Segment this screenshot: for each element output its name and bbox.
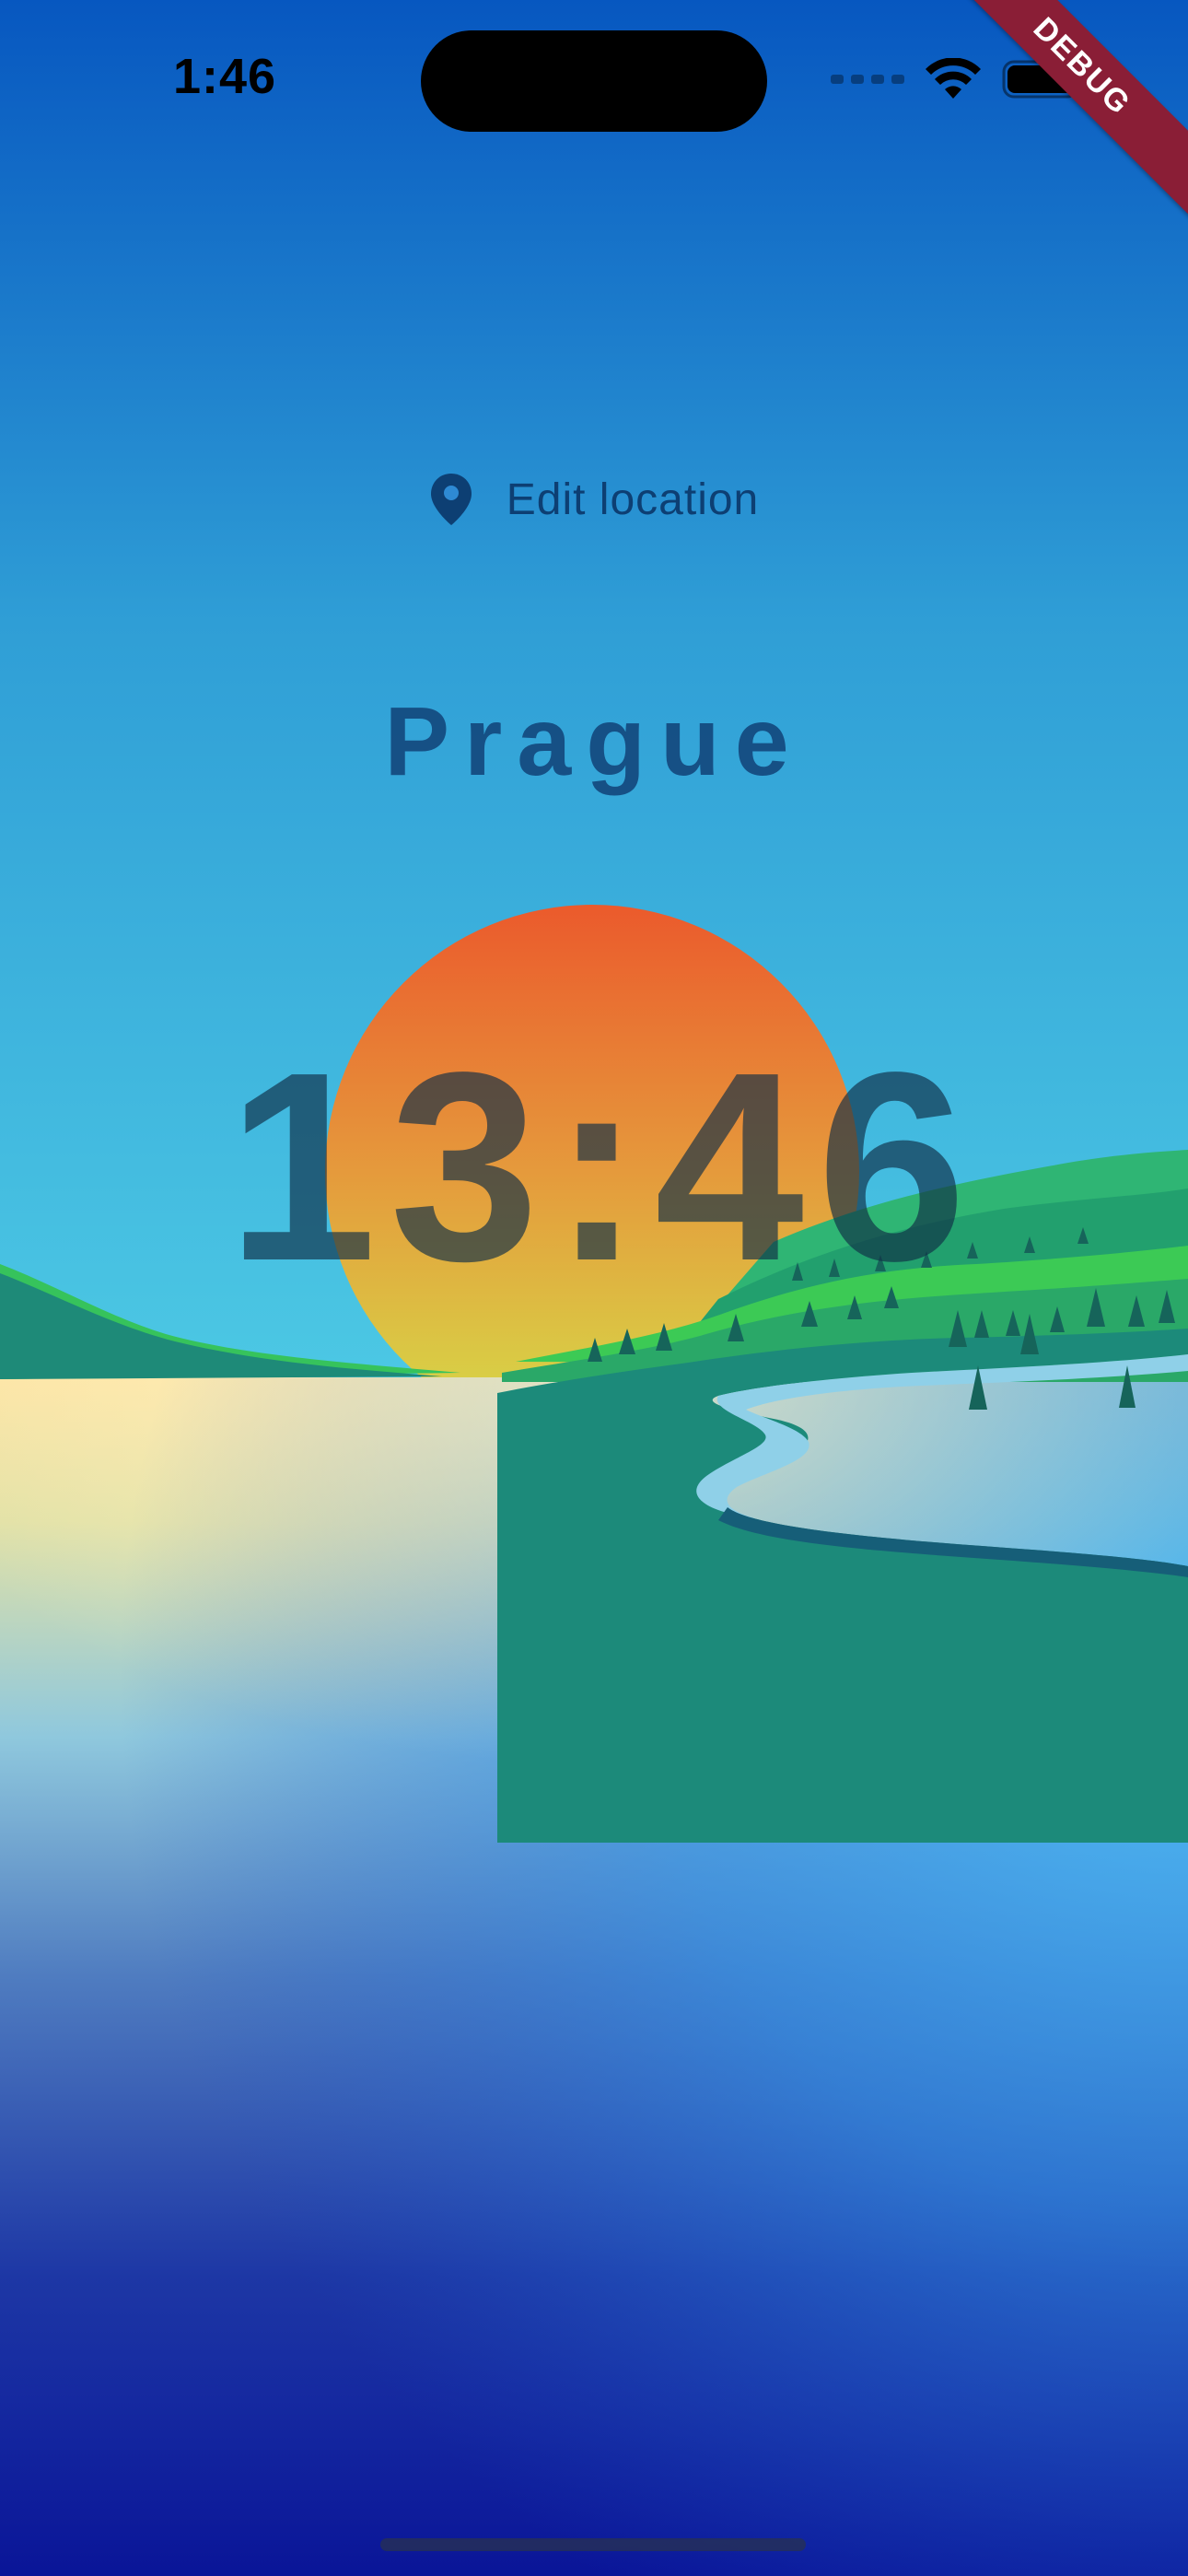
location-pin-icon (429, 472, 473, 527)
city-name: Prague (384, 687, 804, 796)
edit-location-button[interactable]: Edit location (0, 472, 1188, 527)
home-indicator[interactable] (380, 2538, 806, 2551)
cellular-signal-icon (831, 75, 904, 84)
app-screen: 1:46 DEBUG Edit location Prague 13:46 (0, 0, 1188, 2576)
edit-location-label: Edit location (506, 474, 760, 524)
wifi-icon (925, 58, 982, 100)
current-time: 13:46 (227, 1016, 980, 1317)
status-bar-time: 1:46 (173, 49, 277, 104)
dynamic-island (421, 30, 767, 132)
